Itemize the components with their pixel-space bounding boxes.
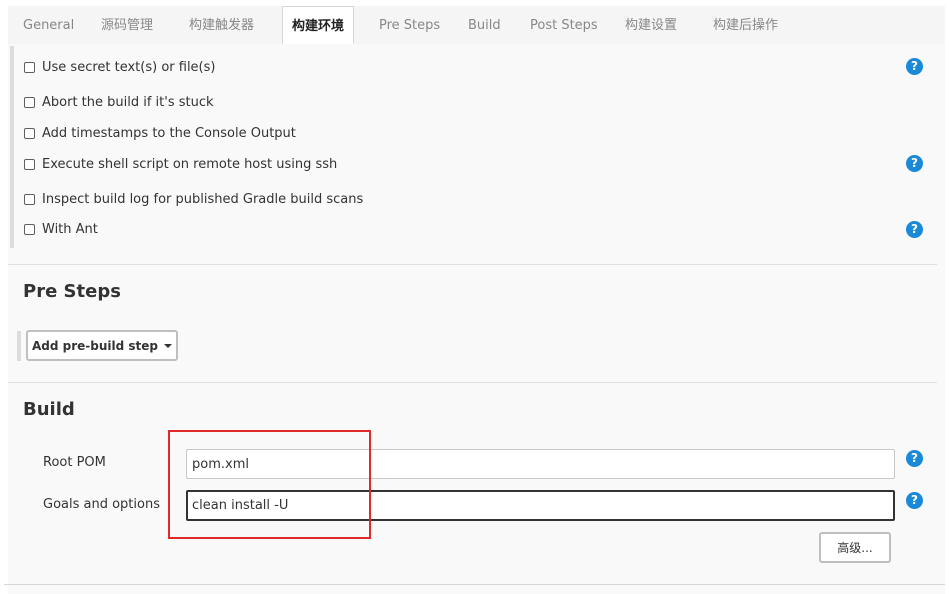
- tab-build[interactable]: Build: [468, 6, 501, 44]
- help-icon[interactable]: ?: [906, 58, 923, 75]
- tab-source-management[interactable]: 源码管理: [101, 6, 153, 44]
- tab-build-environment[interactable]: 构建环境: [282, 6, 355, 44]
- option-inspect-gradle-scans[interactable]: Inspect build log for published Gradle b…: [24, 190, 363, 208]
- section-divider: [8, 382, 937, 383]
- checkbox[interactable]: [24, 223, 35, 235]
- help-icon[interactable]: ?: [906, 221, 923, 238]
- checkbox[interactable]: [24, 127, 35, 139]
- bottom-divider: [4, 584, 945, 585]
- option-abort-if-stuck[interactable]: Abort the build if it's stuck: [24, 93, 214, 111]
- root-pom-input[interactable]: [186, 449, 895, 479]
- config-tab-bar: General 源码管理 构建触发器 构建环境 Pre Steps Build …: [8, 6, 945, 45]
- option-label: With Ant: [42, 221, 98, 237]
- caret-down-icon: [164, 343, 172, 348]
- help-icon[interactable]: ?: [906, 450, 923, 467]
- option-label: Inspect build log for published Gradle b…: [42, 191, 364, 207]
- section-divider: [8, 264, 937, 265]
- checkbox[interactable]: [24, 96, 35, 108]
- pre-steps-heading: Pre Steps: [23, 281, 121, 302]
- goals-options-input[interactable]: [186, 490, 895, 521]
- option-label: Execute shell script on remote host usin…: [42, 156, 338, 172]
- option-execute-shell-ssh[interactable]: Execute shell script on remote host usin…: [24, 155, 337, 173]
- build-heading: Build: [23, 399, 75, 420]
- option-label: Abort the build if it's stuck: [42, 94, 214, 110]
- tab-post-steps[interactable]: Post Steps: [530, 6, 598, 44]
- checkbox[interactable]: [24, 158, 35, 170]
- option-label: Use secret text(s) or file(s): [42, 59, 216, 75]
- help-icon[interactable]: ?: [906, 155, 923, 172]
- tab-build-triggers[interactable]: 构建触发器: [189, 6, 254, 44]
- tab-pre-steps[interactable]: Pre Steps: [379, 6, 440, 44]
- advanced-button[interactable]: 高级...: [819, 532, 891, 563]
- option-with-ant[interactable]: With Ant: [24, 220, 98, 238]
- help-icon[interactable]: ?: [906, 492, 923, 509]
- add-pre-build-step-button[interactable]: Add pre-build step: [26, 330, 178, 361]
- checkbox[interactable]: [24, 61, 35, 73]
- tab-general[interactable]: General: [23, 6, 74, 44]
- goals-options-label: Goals and options: [43, 497, 160, 512]
- tab-build-settings[interactable]: 构建设置: [625, 6, 677, 44]
- option-label: Add timestamps to the Console Output: [42, 125, 296, 141]
- tab-post-build-actions[interactable]: 构建后操作: [713, 6, 778, 44]
- option-use-secret-text[interactable]: Use secret text(s) or file(s): [24, 58, 215, 76]
- section-indent-bar: [10, 46, 14, 248]
- section-indent-bar: [17, 331, 21, 361]
- option-add-timestamps[interactable]: Add timestamps to the Console Output: [24, 124, 296, 142]
- button-label: 高级...: [837, 541, 873, 555]
- button-label: Add pre-build step: [31, 338, 158, 353]
- checkbox[interactable]: [24, 193, 35, 205]
- root-pom-label: Root POM: [43, 455, 106, 470]
